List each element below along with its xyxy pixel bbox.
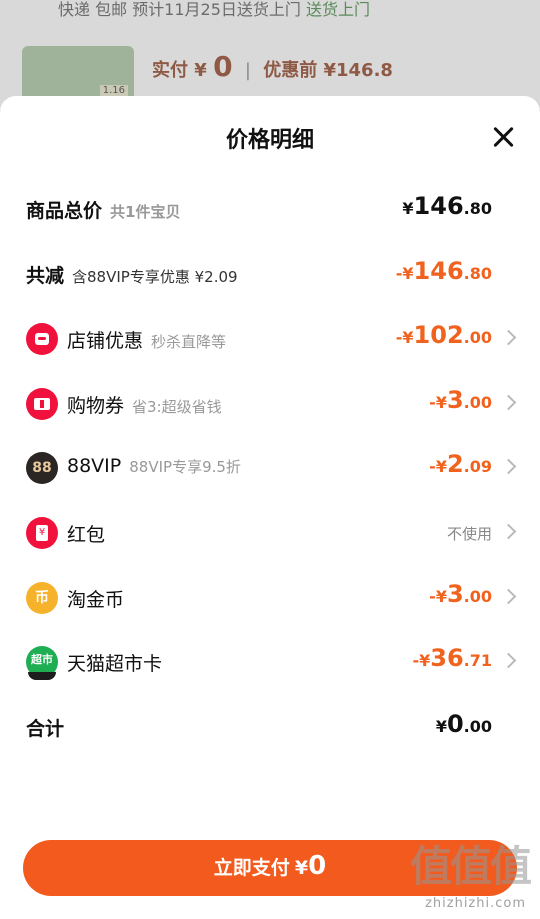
thumbnail-tag: 1.16	[99, 85, 128, 96]
pay-label: 实付	[152, 60, 188, 81]
row-amount: -¥3.00	[429, 386, 492, 414]
pay-button-label: 立即支付	[213, 857, 290, 879]
row-label: 88VIP 88VIP专享9.5折	[67, 455, 241, 477]
chevron-right-icon	[500, 329, 517, 346]
row-label: 共减 含88VIP专享优惠 ¥2.09	[26, 265, 238, 287]
row-sub: 含88VIP专享优惠 ¥2.09	[72, 268, 238, 286]
row-label: 合计	[26, 718, 65, 740]
row-red-packet[interactable]: 红包 不使用	[0, 509, 540, 555]
row-label: 淘金币	[67, 589, 125, 611]
store-icon	[26, 323, 58, 355]
pay-currency: ¥	[194, 60, 207, 81]
row-shopping-coupon[interactable]: 购物券 省3:超级省钱 -¥3.00	[0, 380, 540, 426]
gold-coin-icon: 币	[26, 582, 58, 614]
watermark-logo: 值值值	[409, 842, 532, 891]
watermark: 值值值 zhizhizhi.com	[380, 833, 532, 913]
pay-button-currency: ¥	[294, 857, 309, 879]
chevron-right-icon	[500, 394, 517, 411]
row-sub: 88VIP专享9.5折	[129, 458, 241, 476]
row-gold-coin[interactable]: 币 淘金币 -¥3.00	[0, 574, 540, 620]
row-amount: -¥2.09	[429, 450, 492, 478]
background-page: 快递 包邮 预计11月25日送货上门 送货上门 1.16 实付 ¥ 0 | 优惠…	[0, 0, 540, 110]
chevron-right-icon	[500, 588, 517, 605]
row-grand-total: 合计 ¥0.00	[0, 704, 540, 750]
row-amount: -¥3.00	[429, 580, 492, 608]
row-88vip[interactable]: 88 88VIP 88VIP专享9.5折 -¥2.09	[0, 444, 540, 490]
row-sub: 省3:超级省钱	[132, 398, 222, 416]
delivery-text: 快递 包邮 预计11月25日送货上门	[58, 0, 301, 19]
price-detail-sheet: 价格明细 商品总价 共1件宝贝 ¥146.80 共减 含88VIP专享优惠 ¥2.0…	[0, 96, 540, 919]
row-amount: -¥102.00	[395, 321, 492, 349]
row-store-discount[interactable]: 店铺优惠 秒杀直降等 -¥102.00	[0, 315, 540, 361]
close-icon[interactable]	[490, 124, 516, 150]
background-pay-summary: 实付 ¥ 0 | 优惠前 ¥146.8	[152, 50, 393, 83]
88vip-icon: 88	[26, 452, 58, 484]
supermarket-card-icon: 超市	[26, 646, 58, 680]
product-thumbnail: 1.16	[22, 46, 134, 102]
watermark-url: zhizhizhi.com	[425, 896, 526, 911]
separator: |	[244, 60, 251, 81]
chevron-right-icon	[500, 458, 517, 475]
row-label: 红包	[67, 524, 106, 546]
sheet-title: 价格明细	[225, 128, 314, 153]
row-total-price: 商品总价 共1件宝贝 ¥146.80	[0, 186, 540, 232]
row-value: 不使用	[446, 525, 492, 543]
pay-button-amount: 0	[308, 851, 327, 881]
row-amount: -¥36.71	[412, 644, 492, 672]
row-amount: ¥146.80	[402, 192, 492, 220]
row-sub: 秒杀直降等	[151, 333, 227, 351]
row-amount: ¥0.00	[435, 710, 492, 738]
row-label: 购物券 省3:超级省钱	[67, 395, 222, 417]
delivery-tag: 送货上门	[306, 0, 371, 19]
row-label: 店铺优惠 秒杀直降等	[67, 330, 227, 352]
delivery-info: 快递 包邮 预计11月25日送货上门 送货上门	[58, 0, 370, 20]
row-sub: 共1件宝贝	[110, 203, 181, 221]
coupon-icon	[26, 388, 58, 420]
chevron-right-icon	[500, 523, 517, 540]
row-total-discount: 共减 含88VIP专享优惠 ¥2.09 -¥146.80	[0, 251, 540, 297]
row-label: 天猫超市卡	[67, 653, 163, 675]
row-label: 商品总价 共1件宝贝	[26, 200, 181, 222]
red-packet-icon	[26, 517, 58, 549]
row-supermarket-card[interactable]: 超市 天猫超市卡 -¥36.71	[0, 638, 540, 684]
original-price: 优惠前 ¥146.8	[263, 60, 393, 81]
row-amount: -¥146.80	[395, 257, 492, 285]
chevron-right-icon	[500, 652, 517, 669]
pay-amount: 0	[213, 50, 233, 83]
